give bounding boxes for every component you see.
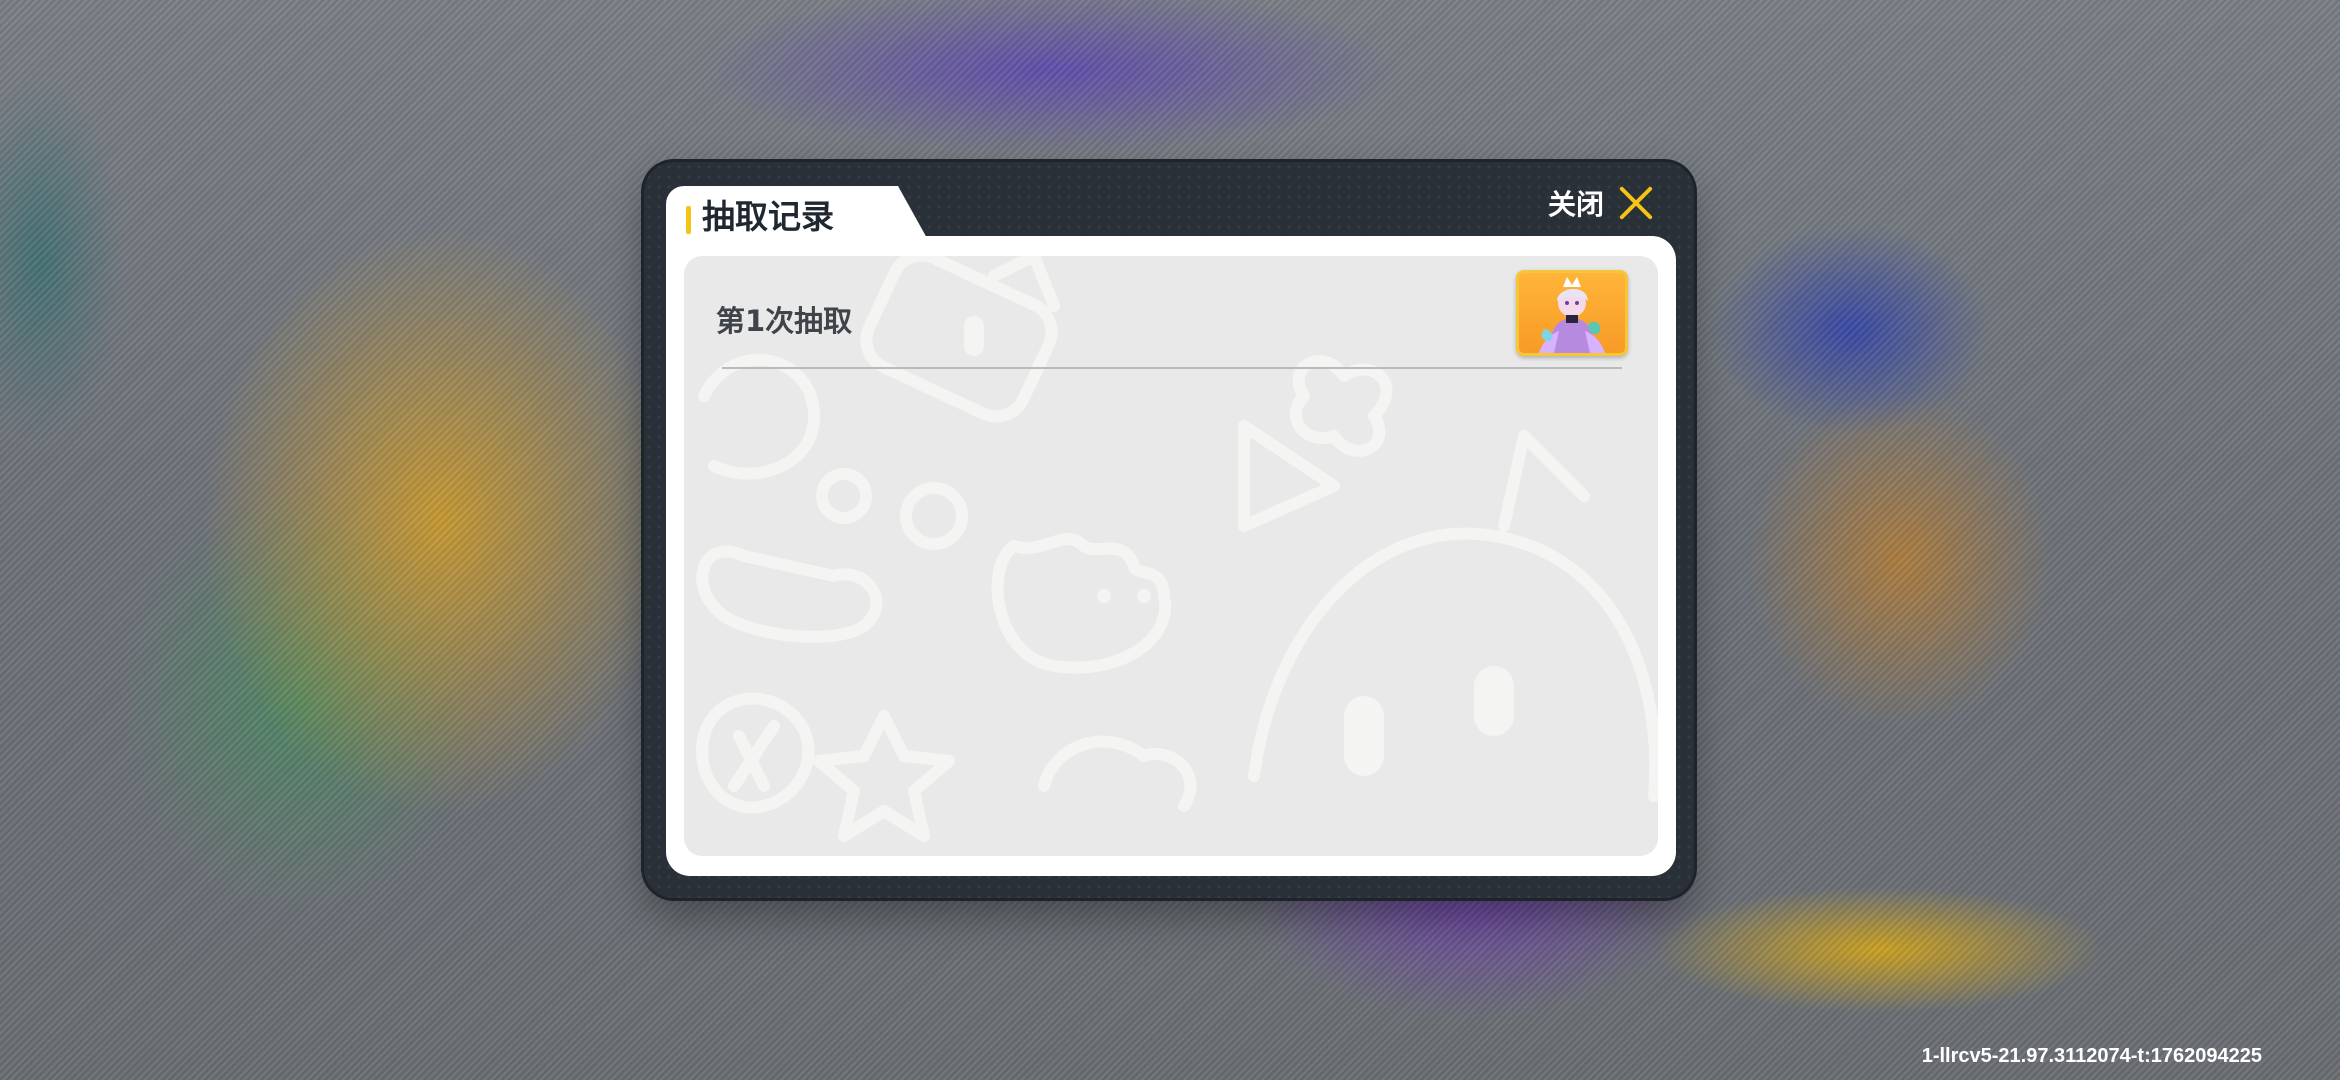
draw-history-dialog: 抽取记录 关闭 第1次抽取	[644, 162, 1694, 898]
character-portrait-icon	[1539, 277, 1605, 353]
dialog-content-panel: 第1次抽取	[666, 236, 1676, 876]
record-item-label: 第1次抽取	[716, 304, 853, 338]
build-watermark: 1-llrcv5-21.97.3112074-t:1762094225	[1921, 1045, 2262, 1067]
title-accent-bar	[686, 206, 691, 234]
close-button[interactable]: 关闭	[1548, 180, 1654, 226]
record-list: 第1次抽取	[684, 256, 1658, 856]
close-icon[interactable]	[1618, 185, 1654, 221]
character-portrait-thumbnail[interactable]	[1516, 270, 1628, 356]
doodle-pattern-background	[696, 256, 1658, 842]
dialog-title: 抽取记录	[702, 197, 834, 236]
close-label: 关闭	[1547, 188, 1604, 221]
record-divider	[722, 367, 1622, 369]
